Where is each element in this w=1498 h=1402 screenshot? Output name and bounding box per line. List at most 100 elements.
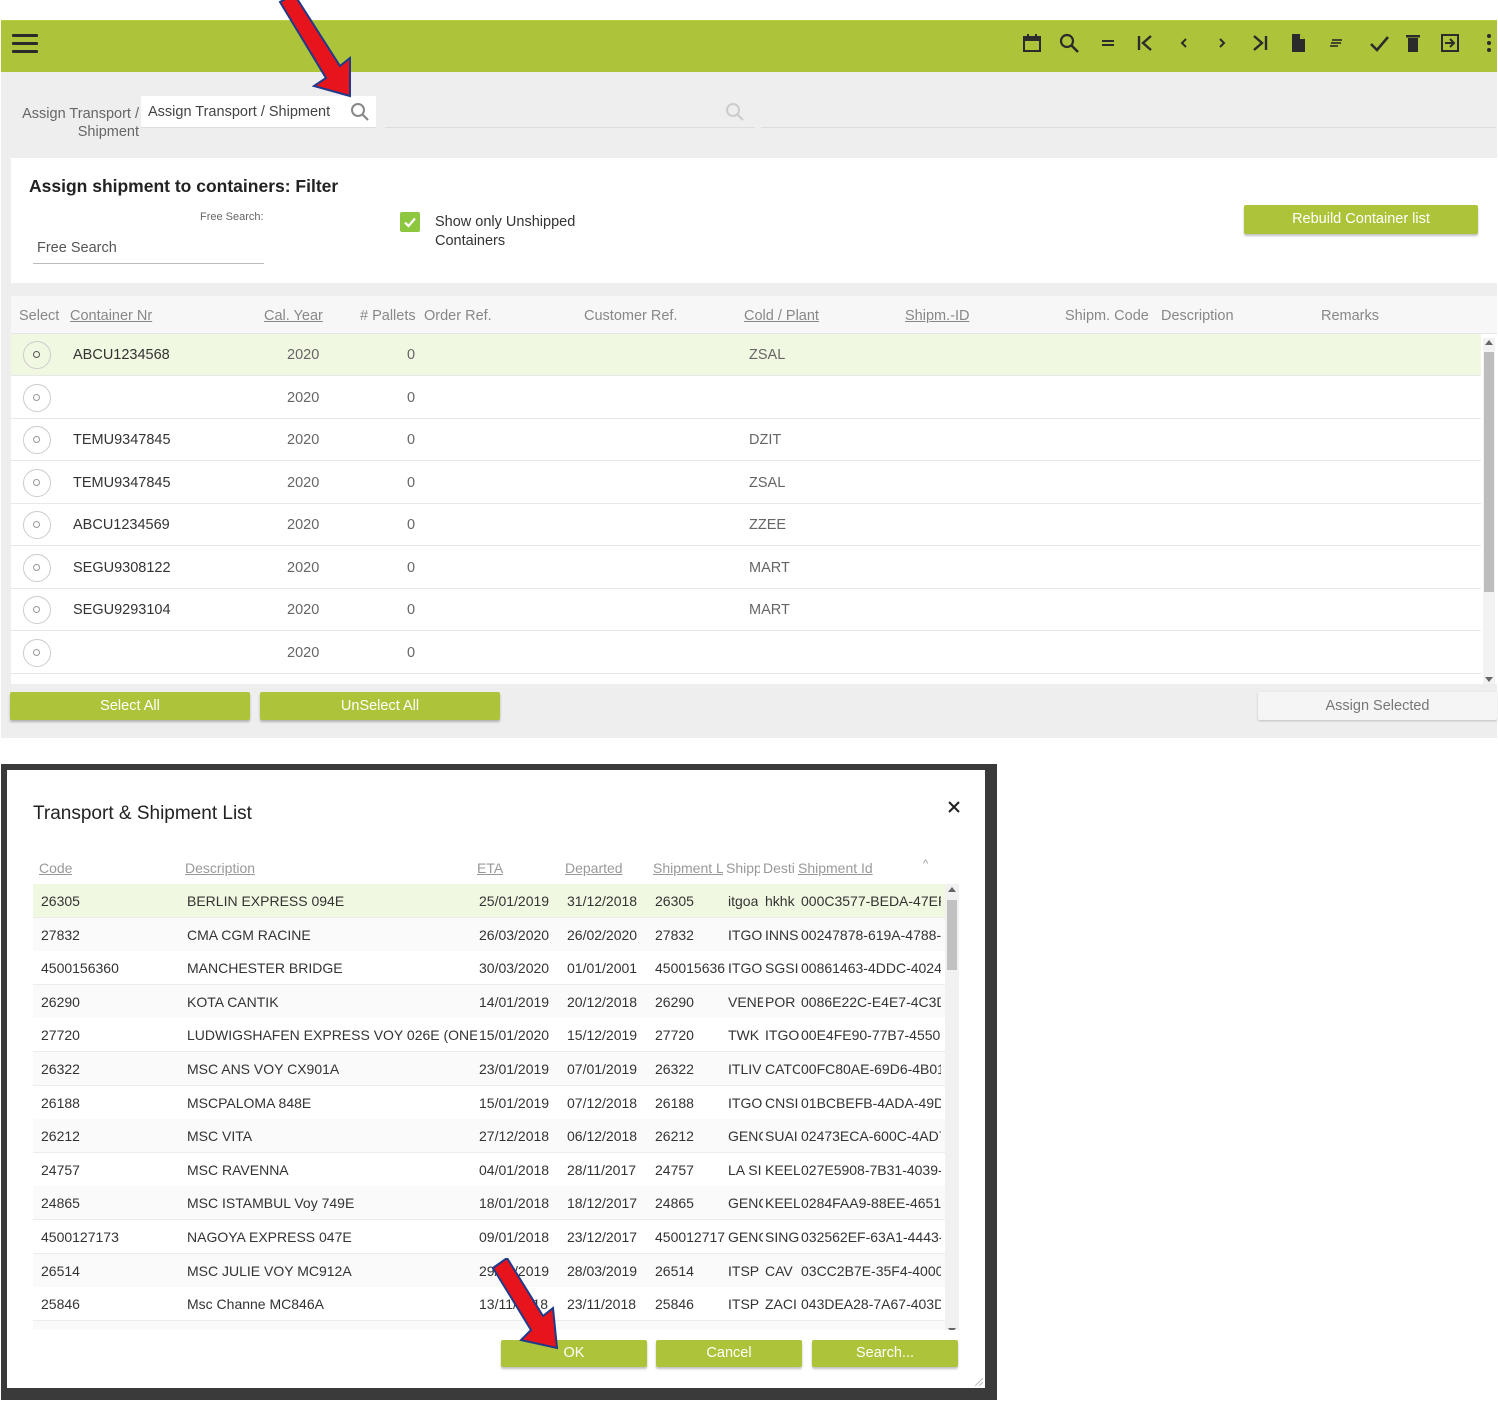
column-header[interactable]: Shipp [726,860,760,876]
last-icon[interactable] [1247,30,1273,56]
column-header[interactable]: Shipm.-ID [905,308,969,324]
menu-icon[interactable] [12,34,38,56]
more-icon[interactable] [1476,30,1498,56]
search-icon[interactable] [350,102,370,122]
cal-year: 2020 [287,347,320,363]
scroll-down-icon[interactable] [948,1328,956,1330]
unselect-all-button[interactable]: UnSelect All [260,692,500,720]
table-row[interactable]: 24811MSC BETTINA FD748E12/01/201807/12/2… [33,1320,945,1330]
table-row[interactable]: 24757 MSC RAVENNA 04/01/2018 28/11/2017 2475… [33,1152,945,1187]
secondary-lookup-field[interactable] [385,96,755,128]
cell-shipment-l: 4500156360 [655,960,725,977]
table-row[interactable]: TEMU9347845 2020 0 ZSAL [11,461,1481,504]
shipment-grid-scrollbar[interactable] [945,884,959,1330]
table-row[interactable]: 26188 MSCPALOMA 848E 15/01/2019 07/12/2018 2… [33,1085,945,1120]
column-header[interactable]: Cal. Year [264,308,323,324]
first-icon[interactable] [1132,30,1158,56]
cell-code: 26305 [41,893,80,909]
cell-shipment-id: 00E4FE90-77B7-4550- [801,1027,941,1044]
document-icon[interactable] [1285,30,1311,56]
select-radio[interactable] [23,511,51,539]
column-header[interactable]: Container Nr [70,308,152,324]
unshipped-checkbox-label: Show only Unshipped Containers [435,214,576,249]
table-row[interactable]: 2020 0 [11,376,1481,419]
notes-icon[interactable] [1324,30,1350,56]
column-header[interactable]: Cold / Plant [744,308,819,324]
table-row[interactable]: 4500127173 NAGOYA EXPRESS 047E 09/01/2018 2… [33,1220,945,1254]
cell-destination: ITGO [765,1027,800,1044]
cell-shipper: ITLIV [728,1061,762,1077]
table-row[interactable]: 27832 CMA CGM RACINE 26/03/2020 26/02/2020 2… [33,917,945,952]
cell-shipper: GENC [728,1195,763,1212]
exit-icon[interactable] [1437,30,1463,56]
scroll-up-icon[interactable] [1485,340,1493,345]
cell-departed: 20/12/2018 [567,993,638,1010]
scroll-up-icon[interactable] [948,887,956,892]
tertiary-field[interactable] [761,96,1496,128]
content-area: Assign Transport / Shipment Assign Trans… [1,72,1497,738]
search-button[interactable]: Search... [812,1340,958,1367]
check-icon[interactable] [1366,30,1392,56]
search-icon[interactable] [1056,30,1082,56]
table-row[interactable]: 2020 0 [11,631,1481,674]
column-header[interactable]: ETA [477,860,503,876]
table-row[interactable]: ABCU1234569 2020 0 ZZEE [11,504,1481,546]
table-row[interactable]: SEGU9293104 2020 0 MART [11,589,1481,631]
breadcrumb-lookup-field[interactable]: Assign Transport / Shipment [141,96,376,128]
select-radio[interactable] [23,341,51,369]
cell-departed: 23/12/2017 [567,1229,638,1245]
column-header[interactable]: Shipment Id [798,860,873,876]
table-row[interactable]: SEGU9308122 2020 0 MART [11,546,1481,589]
resize-handle-icon[interactable] [975,1378,983,1386]
search-icon[interactable] [725,102,745,122]
cell-departed: 07/01/2019 [567,1061,638,1077]
column-header[interactable]: Description [185,860,255,876]
select-radio[interactable] [23,383,51,412]
trash-icon[interactable] [1400,30,1426,56]
cancel-button[interactable]: Cancel [656,1340,802,1367]
select-all-button[interactable]: Select All [10,692,250,720]
cell-shipment-l: 25846 [655,1296,694,1313]
rebuild-container-list-button[interactable]: Rebuild Container list [1244,205,1478,234]
next-icon[interactable] [1209,30,1235,56]
table-row[interactable]: 26514 MSC JULIE VOY MC912A 29/03/2019 28/03… [33,1253,945,1288]
column-header[interactable]: Departed [565,860,623,876]
scrollbar-thumb[interactable] [947,900,957,970]
table-row[interactable]: 26212 MSC VITA 27/12/2018 06/12/2018 26212 GE… [33,1119,945,1154]
select-radio[interactable] [23,468,51,497]
calendar-icon[interactable] [1019,30,1045,56]
select-radio[interactable] [23,638,51,667]
table-row[interactable]: 26305 BERLIN EXPRESS 094E 25/01/2019 31/12/… [33,884,945,918]
select-radio[interactable] [23,553,51,582]
ok-button[interactable]: OK [501,1340,647,1367]
cell-eta: 23/01/2019 [479,1061,550,1077]
table-row[interactable]: 4500156360 MANCHESTER BRIDGE 30/03/2020 01/… [33,951,945,986]
scrollbar-thumb[interactable] [1484,352,1494,592]
column-header[interactable]: Shipment L [653,860,723,876]
scroll-down-icon[interactable] [1485,677,1493,682]
unshipped-checkbox[interactable] [400,212,420,232]
column-header[interactable]: Desti [763,860,795,876]
table-row[interactable]: 24865 MSC ISTAMBUL Voy 749E 18/01/2018 18/1… [33,1186,945,1221]
table-row[interactable]: ABCU1234568 2020 0 ZSAL [11,334,1481,376]
cell-code: 27720 [41,1027,80,1044]
free-search-input[interactable] [33,232,264,264]
table-row[interactable]: 26290 KOTA CANTIK 14/01/2019 20/12/2018 2629… [33,984,945,1019]
equals-icon[interactable] [1095,30,1121,56]
table-row[interactable]: 26322 MSC ANS VOY CX901A 23/01/2019 07/01/2… [33,1052,945,1086]
table-row[interactable]: 27720 LUDWIGSHAFEN EXPRESS VOY 026E (ONE)… [33,1018,945,1053]
close-icon[interactable] [945,798,963,816]
select-radio[interactable] [23,596,51,624]
cell-description: NAGOYA EXPRESS 047E [187,1229,352,1245]
cell-shipment-id: 00861463-4DDC-4024- [801,960,941,977]
cell-code: 27832 [41,926,80,943]
grid-scrollbar[interactable] [1483,338,1495,684]
table-row[interactable]: 25846 Msc Channe MC846A 13/11/2018 23/11/20… [33,1287,945,1322]
assign-selected-button[interactable]: Assign Selected [1258,692,1497,720]
sort-ascending-icon[interactable]: ^ [923,858,928,870]
select-radio[interactable] [23,426,51,454]
prev-icon[interactable] [1171,30,1197,56]
column-header[interactable]: Code [39,860,72,876]
table-row[interactable]: TEMU9347845 2020 0 DZIT [11,419,1481,461]
cell-code: 26290 [41,993,80,1010]
